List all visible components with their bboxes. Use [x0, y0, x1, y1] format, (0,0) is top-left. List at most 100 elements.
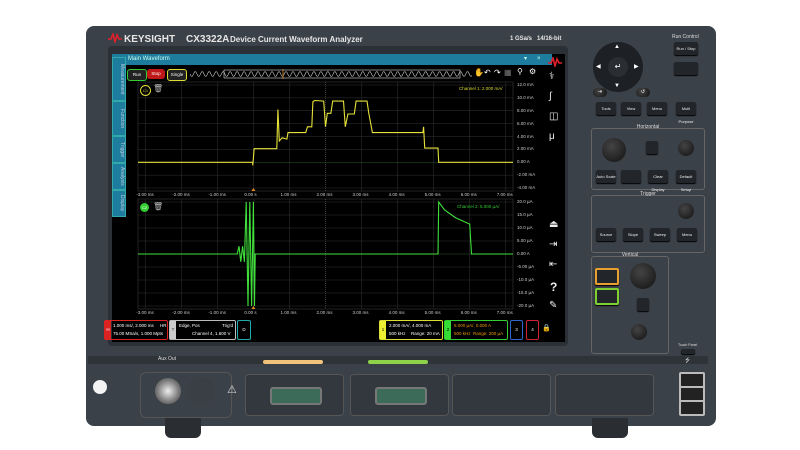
trigger-status[interactable]: T Edge, Pos Trig'd Channel 4, 1.600 V	[169, 320, 236, 340]
graph2-x-tick-label: 5.00 ms	[424, 310, 441, 315]
ch2-scale: 5.000 µA/, 0.000 A	[454, 323, 492, 328]
dsub-connector	[270, 387, 322, 405]
aux-cover	[187, 377, 215, 405]
usb-port[interactable]	[679, 400, 705, 416]
trigger-label: Trigger	[640, 191, 656, 197]
vertical-push-button[interactable]	[637, 298, 649, 311]
t-label: T	[170, 321, 176, 339]
graph2-x-tick-label: 6.00 ms	[460, 310, 477, 315]
vertical-scale-knob[interactable]	[630, 263, 656, 289]
touch-panel-label: Touch Panel	[678, 343, 698, 347]
source-button[interactable]: Source	[596, 228, 616, 241]
digital-status[interactable]: D	[237, 320, 251, 340]
graph2-x-tick-label: -1.00 ms	[208, 310, 226, 315]
run-stop-button[interactable]: Run / Stop	[674, 42, 698, 55]
graph2-x-tick-label: 3.00 ms	[352, 310, 369, 315]
arrow-right-icon[interactable]: ▶	[634, 63, 639, 70]
slope-button[interactable]: Slope	[623, 228, 643, 241]
clear-display-button[interactable]: Clear Display	[648, 170, 668, 192]
h-sampling: 75.00 MSa/s, 1.000 Mpts	[113, 331, 164, 336]
graph1-x-tick-label: -3.00 ms	[136, 192, 154, 197]
trigger-menu-button[interactable]: Menu	[677, 228, 697, 241]
graph1-y-tick-label: 8.00 mA	[517, 107, 534, 113]
model: CX3322A	[186, 34, 230, 45]
ch1-range: Range: 20 mA	[411, 331, 440, 336]
channel1-status[interactable]: 1 2.000 mA/, 4.000 mA 500 kHz Range: 20 …	[379, 320, 443, 340]
tab-key-icon[interactable]: ⇥	[593, 88, 607, 97]
horizontal-scale-knob[interactable]	[602, 138, 626, 162]
channel2-button[interactable]	[595, 288, 619, 305]
horizontal-label: Horizontal	[636, 124, 660, 130]
graph1-x-tick-label: 5.00 ms	[424, 192, 441, 197]
channel2-status[interactable]: 2 5.000 µA/, 0.000 A 500 kHz Range: 200 …	[444, 320, 508, 340]
blank-button[interactable]	[621, 170, 641, 183]
graph2-x-tick-label: -3.00 ms	[136, 310, 154, 315]
touch-panel-button[interactable]	[681, 349, 695, 354]
graph1-x-tick-label: -2.00 ms	[172, 192, 190, 197]
enter-icon[interactable]: ↵	[608, 57, 628, 77]
t-source: Channel 4, 1.600 V	[192, 331, 231, 336]
channel1-button[interactable]	[595, 268, 619, 285]
channel2-badge[interactable]: C2	[140, 203, 149, 212]
graph1-trigger-marker	[251, 188, 256, 191]
bnc-connector[interactable]	[155, 378, 181, 404]
sweep-button[interactable]: Sweep	[650, 228, 670, 241]
vertical-label: Vertical	[621, 252, 639, 258]
arrow-left-icon[interactable]: ◀	[596, 63, 601, 70]
brand: KEYSIGHT	[124, 34, 176, 45]
graph2-y-tick-label: 10.0 µA	[517, 225, 533, 230]
graph1-x-tick-label: 7.00 ms	[496, 192, 513, 197]
single-panel-button[interactable]	[674, 62, 698, 75]
trash-icon[interactable]: 🗑	[153, 202, 163, 211]
vertical-offset-knob[interactable]	[631, 324, 647, 340]
horizontal-push-button[interactable]	[646, 141, 658, 154]
trigger-level-knob[interactable]	[678, 203, 694, 219]
lock-icon[interactable]: 🔒	[542, 324, 551, 332]
horizontal-status[interactable]: H 1.000 ms/, 2.000 ms HR 75.00 MSa/s, 1.…	[104, 320, 168, 340]
channel4-status[interactable]: 4	[526, 320, 539, 340]
arrow-up-icon[interactable]: ▲	[614, 44, 620, 50]
waveform-plots[interactable]	[112, 54, 565, 342]
graph2-x-tick-label: 1.00 ms	[280, 310, 297, 315]
horizontal-position-knob[interactable]	[678, 140, 694, 156]
graph1-x-tick-label: 4.00 ms	[388, 192, 405, 197]
screen: Main Waveform ▾ × Measurement Function T…	[104, 54, 565, 342]
channel1-badge[interactable]: C1	[140, 85, 151, 96]
foot	[165, 418, 201, 438]
resolution: 14/16-bit	[537, 36, 562, 42]
channel2-input[interactable]	[350, 374, 449, 416]
channel2-label: Channel 2: 5.000 µA/	[457, 204, 500, 209]
ch1-label: 1	[380, 321, 386, 339]
channel1-indicator	[263, 360, 323, 364]
trash-icon[interactable]: 🗑	[153, 84, 163, 93]
arrow-down-icon[interactable]: ▼	[614, 83, 620, 89]
tools-button[interactable]: Tools	[596, 102, 616, 115]
default-setup-button[interactable]: Default Setup	[676, 170, 696, 192]
back-key-icon[interactable]: ↺	[636, 88, 650, 97]
menu-button[interactable]: Menu	[647, 102, 667, 115]
t-type: Edge, Pos	[179, 323, 200, 328]
h-scale: 1.000 ms/, 2.000 ms	[113, 323, 154, 328]
power-button[interactable]	[93, 380, 107, 394]
channel3-status[interactable]: 3	[510, 320, 523, 340]
ch2-bw: 500 kHz	[454, 331, 471, 336]
product-name: Device Current Waveform Analyzer	[230, 35, 363, 44]
auto-scale-button[interactable]: Auto Scale	[596, 170, 616, 183]
graph1-y-tick-label: 4.00 mA	[517, 133, 534, 139]
graph2-y-tick-label: 0.00 A	[517, 251, 530, 256]
graph1-y-tick-label: -2.00 mA	[517, 172, 536, 178]
dsub-connector	[375, 387, 427, 405]
aux-panel	[140, 372, 232, 418]
graph2-y-tick-label: 20.0 µA	[517, 199, 533, 204]
graph2-y-tick-label: -15.0 µA	[517, 290, 535, 295]
view-button[interactable]: View	[621, 102, 641, 115]
multi-purpose-button[interactable]: Multi Purpose	[676, 102, 696, 124]
keysight-logo-icon	[108, 33, 122, 43]
graph1-x-tick-label: 2.00 ms	[316, 192, 333, 197]
graph2-x-tick-label: 7.00 ms	[496, 310, 513, 315]
channel1-input[interactable]	[245, 374, 344, 416]
ch2-range: Range: 200 µA	[473, 331, 504, 336]
h-label: H	[105, 321, 111, 339]
graph2-x-tick-label: 4.00 ms	[388, 310, 405, 315]
usb-icon: ⭍	[685, 358, 690, 364]
